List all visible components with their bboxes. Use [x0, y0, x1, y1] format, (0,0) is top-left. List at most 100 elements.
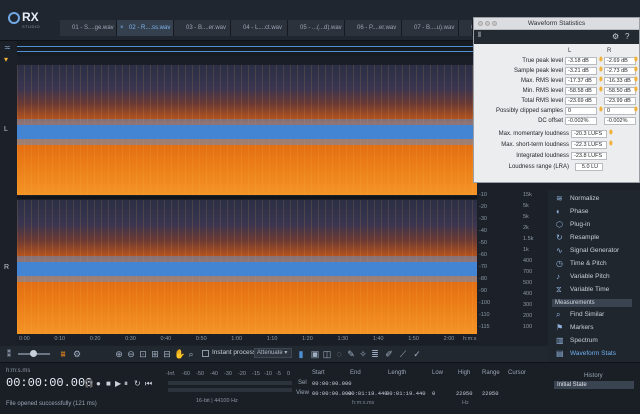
file-tab[interactable]: 05 - ...(...d).wav: [288, 20, 345, 36]
low-value[interactable]: 0: [432, 390, 435, 397]
measurements-section-header[interactable]: Measurements: [552, 299, 632, 307]
hz-tick: 500: [523, 280, 533, 286]
module-plugin[interactable]: ⬡ Plug-in: [548, 218, 640, 231]
module-signal-generator[interactable]: ∿ Signal Generator: [548, 244, 640, 257]
module-resample[interactable]: ↻ Resample: [548, 231, 640, 244]
module-variable-time[interactable]: ⧖ Variable Time: [548, 283, 640, 296]
hz-tick: 1.5k: [523, 236, 534, 242]
pin-icon[interactable]: ⬮: [634, 77, 638, 84]
spectrogram-left[interactable]: [17, 65, 477, 195]
minimize-window-icon[interactable]: [485, 21, 490, 26]
view-end-value[interactable]: 00:01:19.440: [348, 390, 388, 397]
timeline-ruler[interactable]: 0:00 0:10 0:20 0:30 0:40 0:50 1:00 1:10 1:20 1:30…: [17, 335, 477, 345]
pin-icon[interactable]: ⬮: [609, 141, 613, 148]
module-spectrum[interactable]: ▥ Spectrum: [548, 334, 640, 347]
file-tab[interactable]: 07 - B....u).wav: [402, 20, 459, 36]
file-tab[interactable]: 01 - S....ge.wav: [60, 20, 117, 36]
file-tab[interactable]: 06 - P....er.wav: [345, 20, 402, 36]
waveform-view-icon[interactable]: ⁑: [4, 349, 14, 359]
pencil-tool-icon[interactable]: ✐: [384, 349, 394, 359]
module-time-pitch[interactable]: ◷ Time & Pitch: [548, 257, 640, 270]
tab-label: 05 - ...(...d).wav: [300, 25, 342, 31]
view-length-value[interactable]: 00:01:19.440: [386, 390, 426, 397]
sel-start-value[interactable]: 00:00:00.000: [312, 380, 352, 387]
timeline-tick: 0:30: [125, 336, 136, 342]
lasso-tool-icon[interactable]: ◌: [334, 349, 344, 359]
range-header: Range: [482, 370, 500, 376]
pause-icon[interactable]: ⏸: [124, 379, 128, 389]
curve-tool-icon[interactable]: ✓: [412, 349, 422, 359]
time-unit-label: h:m:s.ms: [352, 400, 375, 406]
magnify-icon[interactable]: ⌕: [186, 349, 196, 359]
hz-tick: 400: [523, 291, 533, 297]
zoom-out-icon[interactable]: ⊖: [126, 349, 136, 359]
pin-icon[interactable]: ⬮: [634, 87, 638, 94]
playhead-marker-icon[interactable]: ▾: [4, 55, 8, 64]
pin-icon[interactable]: ⬮: [599, 67, 603, 74]
maximize-window-icon[interactable]: [492, 21, 497, 26]
pin-icon[interactable]: ⬮: [599, 87, 603, 94]
view-start-value[interactable]: 00:00:00.000: [312, 390, 352, 397]
pin-icon[interactable]: ⬮: [599, 107, 603, 114]
loop-icon[interactable]: ↻: [134, 379, 141, 388]
pin-icon[interactable]: ⬮: [634, 107, 638, 114]
box-selection-tool-icon[interactable]: ◫: [322, 349, 332, 359]
zoom-slider-handle[interactable]: [30, 350, 37, 357]
file-tab-active[interactable]: × 02 - R....ss.wav: [117, 20, 174, 36]
brush-tool-icon[interactable]: ✎: [346, 349, 356, 359]
range-value[interactable]: 22050: [482, 390, 499, 397]
spectrogram-right[interactable]: [17, 200, 477, 334]
draw-tool-icon[interactable]: ⟋: [398, 349, 408, 359]
zoom-fit-icon[interactable]: ⊞: [150, 349, 160, 359]
history-item[interactable]: Initial State: [554, 381, 634, 389]
record-icon[interactable]: ●: [96, 379, 101, 388]
instant-process-checkbox[interactable]: [202, 350, 209, 357]
freq-selection-tool-icon[interactable]: ▣: [310, 349, 320, 359]
time-selection-tool-icon[interactable]: ▮: [296, 349, 306, 359]
pin-icon[interactable]: ⬮: [634, 67, 638, 74]
collapse-icon[interactable]: ≍: [4, 43, 11, 52]
attenuate-dropdown[interactable]: Attenuate ▾: [254, 348, 292, 358]
close-icon[interactable]: ×: [120, 20, 124, 36]
pin-icon[interactable]: ⬮: [599, 77, 603, 84]
hz-tick: 5k: [523, 214, 529, 220]
view-row-label: View: [296, 390, 309, 396]
help-icon[interactable]: ?: [625, 32, 629, 41]
module-find-similar[interactable]: ⌕ Find Similar: [548, 308, 640, 321]
rewind-icon[interactable]: ⏮: [145, 379, 152, 389]
module-normalize[interactable]: ≋ Normalize: [548, 192, 640, 205]
timeline-tick: 0:50: [195, 336, 207, 342]
pin-icon[interactable]: ⬮: [599, 57, 603, 64]
play-icon[interactable]: ▶: [115, 379, 121, 388]
module-label: Plug-in: [570, 221, 591, 228]
module-markers[interactable]: ⚑ Markers: [548, 321, 640, 334]
file-tab[interactable]: 03 - B....er.wav: [174, 20, 231, 36]
headphones-icon[interactable]: 🎧: [84, 379, 94, 388]
harmonic-selection-icon[interactable]: ≣: [370, 349, 380, 359]
module-waveform-stats[interactable]: ▤ Waveform Stats: [548, 347, 640, 360]
zoom-time-icon[interactable]: ⊟: [162, 349, 172, 359]
module-phase[interactable]: ◐ Phase: [548, 205, 640, 218]
zoom-selection-icon[interactable]: ⊡: [138, 349, 148, 359]
time-format-label[interactable]: h:m:s.ms: [6, 368, 30, 374]
db-tick: -115: [479, 324, 490, 330]
spectrogram-view-icon[interactable]: ⩩: [58, 349, 68, 359]
close-window-icon[interactable]: [478, 21, 483, 26]
high-value[interactable]: 22050: [456, 390, 473, 397]
meter-tick: -5: [276, 371, 281, 377]
pin-icon[interactable]: ⬮: [609, 130, 613, 137]
waveform-overview[interactable]: [17, 41, 477, 57]
file-tab[interactable]: 04 - L....ct.wav: [231, 20, 288, 36]
magic-wand-icon[interactable]: ✧: [358, 349, 368, 359]
hz-tick: 2k: [523, 225, 529, 231]
module-variable-pitch[interactable]: ♪ Variable Pitch: [548, 270, 640, 283]
zoom-in-icon[interactable]: ⊕: [114, 349, 124, 359]
settings-icon[interactable]: ⚙: [72, 349, 82, 359]
file-tab[interactable]: 08: [459, 20, 473, 36]
meter-bar-right: [168, 388, 292, 392]
level-meter: -Inf. -60 -50 -40 -30 -20 -15 -10 -5 0: [166, 371, 294, 397]
pin-icon[interactable]: ⬮: [634, 57, 638, 64]
stop-icon[interactable]: ■: [106, 379, 111, 388]
hand-tool-icon[interactable]: ✋: [174, 349, 185, 359]
gear-icon[interactable]: ⚙: [612, 32, 619, 41]
